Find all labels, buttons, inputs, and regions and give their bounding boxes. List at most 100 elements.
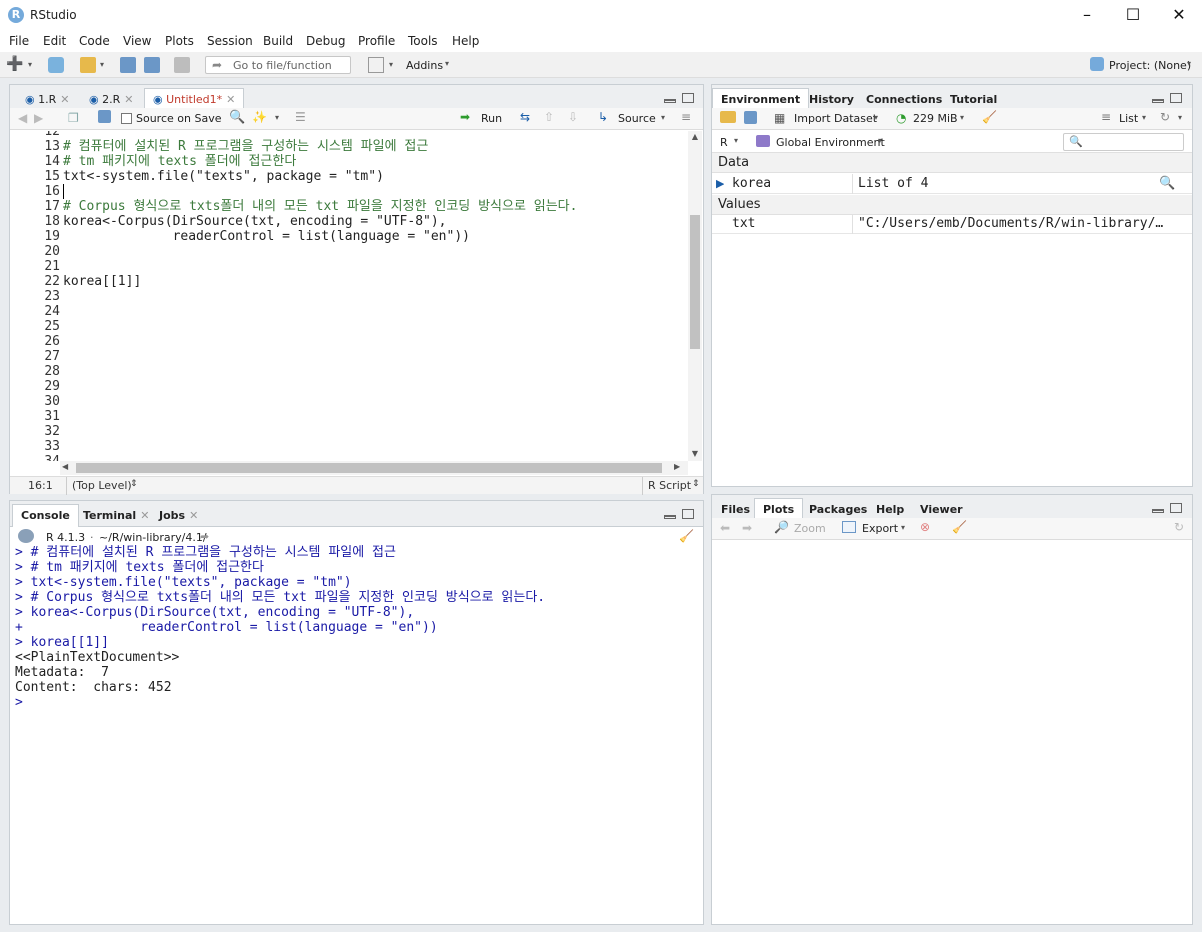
- search-icon[interactable]: 🔍: [229, 110, 245, 125]
- scroll-down-icon[interactable]: ▼: [688, 449, 702, 458]
- console-output[interactable]: > # 컴퓨터에 설치된 R 프로그램을 구성하는 시스템 파일에 접근 > # …: [15, 545, 695, 925]
- minimize-pane-icon[interactable]: [664, 515, 676, 519]
- minimize-pane-icon[interactable]: [1152, 99, 1164, 103]
- menu-build[interactable]: Build: [263, 34, 293, 48]
- source-icon[interactable]: ↳: [598, 110, 608, 124]
- close-tab-icon[interactable]: ✕: [140, 509, 149, 522]
- menu-help[interactable]: Help: [452, 34, 479, 48]
- file-type-selector[interactable]: R Script: [648, 479, 691, 492]
- project-menu[interactable]: Project: (None): [1109, 59, 1191, 72]
- menu-profile[interactable]: Profile: [358, 34, 395, 48]
- refresh-icon[interactable]: ↻: [1160, 110, 1170, 124]
- maximize-pane-icon[interactable]: [1170, 93, 1182, 103]
- print-icon[interactable]: [174, 57, 190, 73]
- new-file-icon[interactable]: ➕: [6, 57, 23, 73]
- close-tab-icon[interactable]: ✕: [226, 93, 235, 106]
- menu-file[interactable]: File: [9, 34, 29, 48]
- chevron-down-icon[interactable]: ▾: [901, 523, 905, 532]
- minimize-icon[interactable]: –: [1064, 0, 1110, 30]
- tab-terminal[interactable]: Terminal ✕: [74, 504, 158, 527]
- menu-debug[interactable]: Debug: [306, 34, 345, 48]
- environment-search-input[interactable]: 🔍: [1063, 133, 1184, 151]
- chevron-down-icon[interactable]: ▾: [1142, 113, 1146, 122]
- chevron-down-icon[interactable]: ▾: [100, 57, 116, 73]
- broom-icon[interactable]: 🧹: [982, 110, 997, 124]
- maximize-pane-icon[interactable]: [682, 93, 694, 103]
- chevron-down-icon[interactable]: ▾: [874, 113, 878, 122]
- go-to-file-input[interactable]: ➦ Go to file/function: [205, 56, 351, 74]
- chevron-down-icon[interactable]: ▾: [878, 136, 882, 145]
- addins-menu[interactable]: Addins: [406, 59, 443, 72]
- remove-plot-icon[interactable]: ⊗: [920, 520, 930, 534]
- new-project-icon[interactable]: [48, 57, 64, 73]
- clear-console-icon[interactable]: 🧹: [679, 529, 694, 543]
- rerun-icon[interactable]: ⇆: [520, 110, 530, 124]
- save-all-icon[interactable]: [144, 57, 160, 73]
- chevron-down-icon[interactable]: ▾: [445, 59, 449, 68]
- menu-code[interactable]: Code: [79, 34, 110, 48]
- magic-wand-icon[interactable]: ✨: [252, 110, 267, 124]
- env-row-korea[interactable]: ▶ korea List of 4 🔍: [712, 174, 1192, 194]
- source-on-save-checkbox[interactable]: [121, 113, 132, 124]
- outline-icon[interactable]: ≡: [681, 110, 691, 124]
- grid-layout-icon[interactable]: [368, 57, 384, 73]
- previous-plot-icon[interactable]: ⬅: [720, 521, 730, 535]
- arrow-up-icon[interactable]: ⇧: [544, 110, 554, 124]
- scroll-left-icon[interactable]: ◀: [62, 462, 68, 471]
- view-data-icon[interactable]: 🔍: [1159, 174, 1175, 194]
- next-plot-icon[interactable]: ➡: [742, 521, 752, 535]
- close-tab-icon[interactable]: ✕: [60, 93, 69, 106]
- menu-session[interactable]: Session: [207, 34, 253, 48]
- scroll-up-icon[interactable]: ▲: [688, 132, 702, 141]
- broom-icon[interactable]: 🧹: [952, 520, 967, 534]
- chevron-down-icon[interactable]: ▾: [960, 113, 964, 122]
- scope-selector[interactable]: (Top Level): [72, 479, 132, 492]
- language-selector[interactable]: R: [720, 136, 728, 149]
- go-to-directory-icon[interactable]: ➦: [200, 530, 209, 543]
- vertical-scrollbar[interactable]: ▲ ▼: [688, 131, 702, 461]
- menu-view[interactable]: View: [123, 34, 151, 48]
- close-tab-icon[interactable]: ✕: [124, 93, 133, 106]
- document-outline-icon[interactable]: ☰: [295, 110, 306, 124]
- expand-icon[interactable]: ▶: [716, 174, 724, 194]
- env-row-txt[interactable]: txt "C:/Users/emb/Documents/R/win-librar…: [712, 214, 1192, 234]
- menu-plots[interactable]: Plots: [165, 34, 194, 48]
- forward-icon[interactable]: ▶: [34, 111, 43, 125]
- chevron-down-icon[interactable]: ▾: [389, 57, 405, 73]
- tab-console[interactable]: Console: [12, 504, 79, 528]
- export-button[interactable]: Export: [862, 522, 898, 535]
- chevron-down-icon[interactable]: ▾: [275, 113, 279, 122]
- scrollbar-thumb[interactable]: [690, 215, 700, 349]
- code-editor[interactable]: 12 13 14 15 16 17 18 19 20 21 22 23 24 25 26 27 28 29 30 31…: [10, 131, 686, 461]
- chevron-down-icon[interactable]: ▾: [1178, 113, 1182, 122]
- zoom-button[interactable]: Zoom: [794, 522, 826, 535]
- tab-jobs[interactable]: Jobs ✕: [150, 504, 207, 527]
- show-in-window-icon[interactable]: ❐: [68, 111, 79, 125]
- run-icon[interactable]: ➡: [460, 110, 470, 124]
- chevron-down-icon[interactable]: ▾: [1187, 59, 1191, 68]
- memory-usage[interactable]: 229 MiB: [913, 112, 958, 125]
- maximize-pane-icon[interactable]: [1170, 503, 1182, 513]
- chevron-down-icon[interactable]: ▾: [28, 57, 44, 73]
- menu-edit[interactable]: Edit: [43, 34, 66, 48]
- source-button[interactable]: Source: [618, 112, 656, 125]
- close-tab-icon[interactable]: ✕: [189, 509, 198, 522]
- menu-tools[interactable]: Tools: [408, 34, 438, 48]
- scroll-right-icon[interactable]: ▶: [674, 462, 680, 471]
- save-icon[interactable]: [120, 57, 136, 73]
- save-icon[interactable]: [98, 110, 111, 123]
- scrollbar-thumb[interactable]: [76, 463, 662, 473]
- zoom-icon[interactable]: 🔎: [774, 520, 789, 534]
- run-button[interactable]: Run: [481, 112, 502, 125]
- chevron-down-icon[interactable]: ▾: [661, 113, 665, 122]
- horizontal-scrollbar[interactable]: ◀ ▶: [60, 461, 688, 475]
- save-workspace-icon[interactable]: [744, 111, 757, 124]
- load-workspace-icon[interactable]: [720, 111, 736, 123]
- arrow-down-icon[interactable]: ⇩: [568, 110, 578, 124]
- environment-scope-selector[interactable]: Global Environment: [776, 136, 885, 149]
- refresh-icon[interactable]: ↻: [1174, 520, 1184, 534]
- open-file-icon[interactable]: [80, 57, 96, 73]
- maximize-pane-icon[interactable]: [682, 509, 694, 519]
- import-dataset-button[interactable]: Import Dataset: [794, 112, 877, 125]
- close-icon[interactable]: ✕: [1156, 0, 1202, 30]
